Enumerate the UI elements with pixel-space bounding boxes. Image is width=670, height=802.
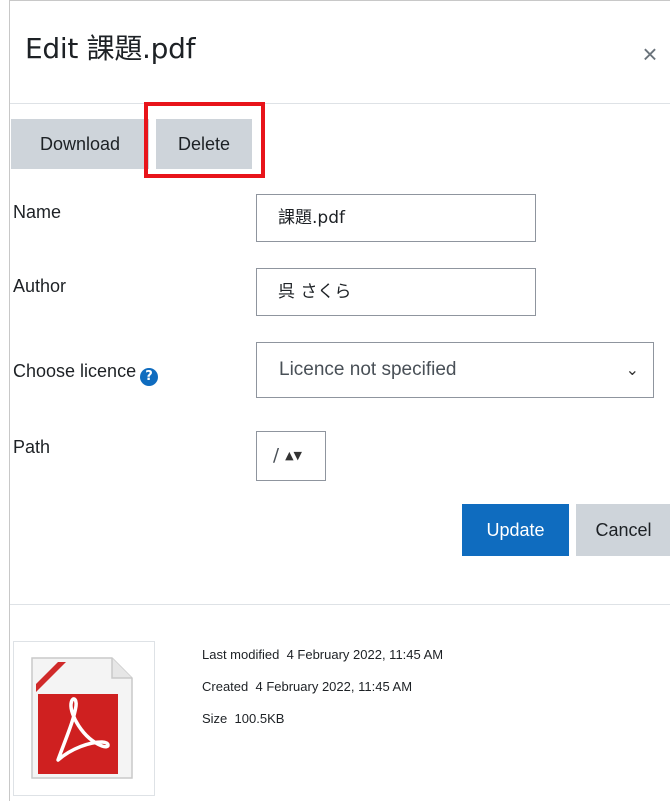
licence-select-value: Licence not specified xyxy=(279,359,457,380)
last-modified-info: Last modified 4 February 2022, 11:45 AM xyxy=(202,647,443,662)
path-select-value: / xyxy=(273,445,280,466)
download-button[interactable]: Download xyxy=(11,119,149,169)
author-field[interactable]: 呉 さくら xyxy=(256,268,536,316)
delete-highlight-box xyxy=(144,102,265,178)
path-label: Path xyxy=(13,437,51,457)
close-icon[interactable]: × xyxy=(637,41,663,67)
update-button[interactable]: Update xyxy=(462,504,569,556)
pdf-file-icon xyxy=(31,657,133,779)
dialog-header: Edit 課題.pdf × xyxy=(10,1,670,104)
name-label: Name xyxy=(13,202,62,222)
cancel-button[interactable]: Cancel xyxy=(576,504,670,556)
path-select[interactable]: / ▲▼ xyxy=(256,431,326,481)
chevron-down-icon: ⌄ xyxy=(625,360,639,379)
question-circle-icon[interactable]: ? xyxy=(140,368,159,386)
created-value: 4 February 2022, 11:45 AM xyxy=(255,679,413,694)
last-modified-value: 4 February 2022, 11:45 AM xyxy=(286,647,444,662)
licence-select[interactable]: Licence not specified ⌄ xyxy=(256,342,654,398)
section-divider xyxy=(10,604,670,605)
sort-updown-icon: ▲▼ xyxy=(285,449,302,462)
size-info: Size 100.5KB xyxy=(202,711,284,726)
size-label: Size xyxy=(202,711,228,726)
last-modified-label: Last modified xyxy=(202,647,280,662)
name-field[interactable]: 課題.pdf xyxy=(256,194,536,242)
dialog-title: Edit 課題.pdf xyxy=(25,32,196,65)
created-info: Created 4 February 2022, 11:45 AM xyxy=(202,679,412,694)
edit-file-dialog: Edit 課題.pdf × Download Delete Name 課題.pd… xyxy=(9,0,670,801)
licence-label-text: Choose licence xyxy=(13,361,137,381)
size-value: 100.5KB xyxy=(234,711,285,726)
author-label: Author xyxy=(13,276,67,296)
created-label: Created xyxy=(202,679,249,694)
file-thumbnail xyxy=(13,641,155,796)
licence-label: Choose licence? xyxy=(13,361,159,386)
